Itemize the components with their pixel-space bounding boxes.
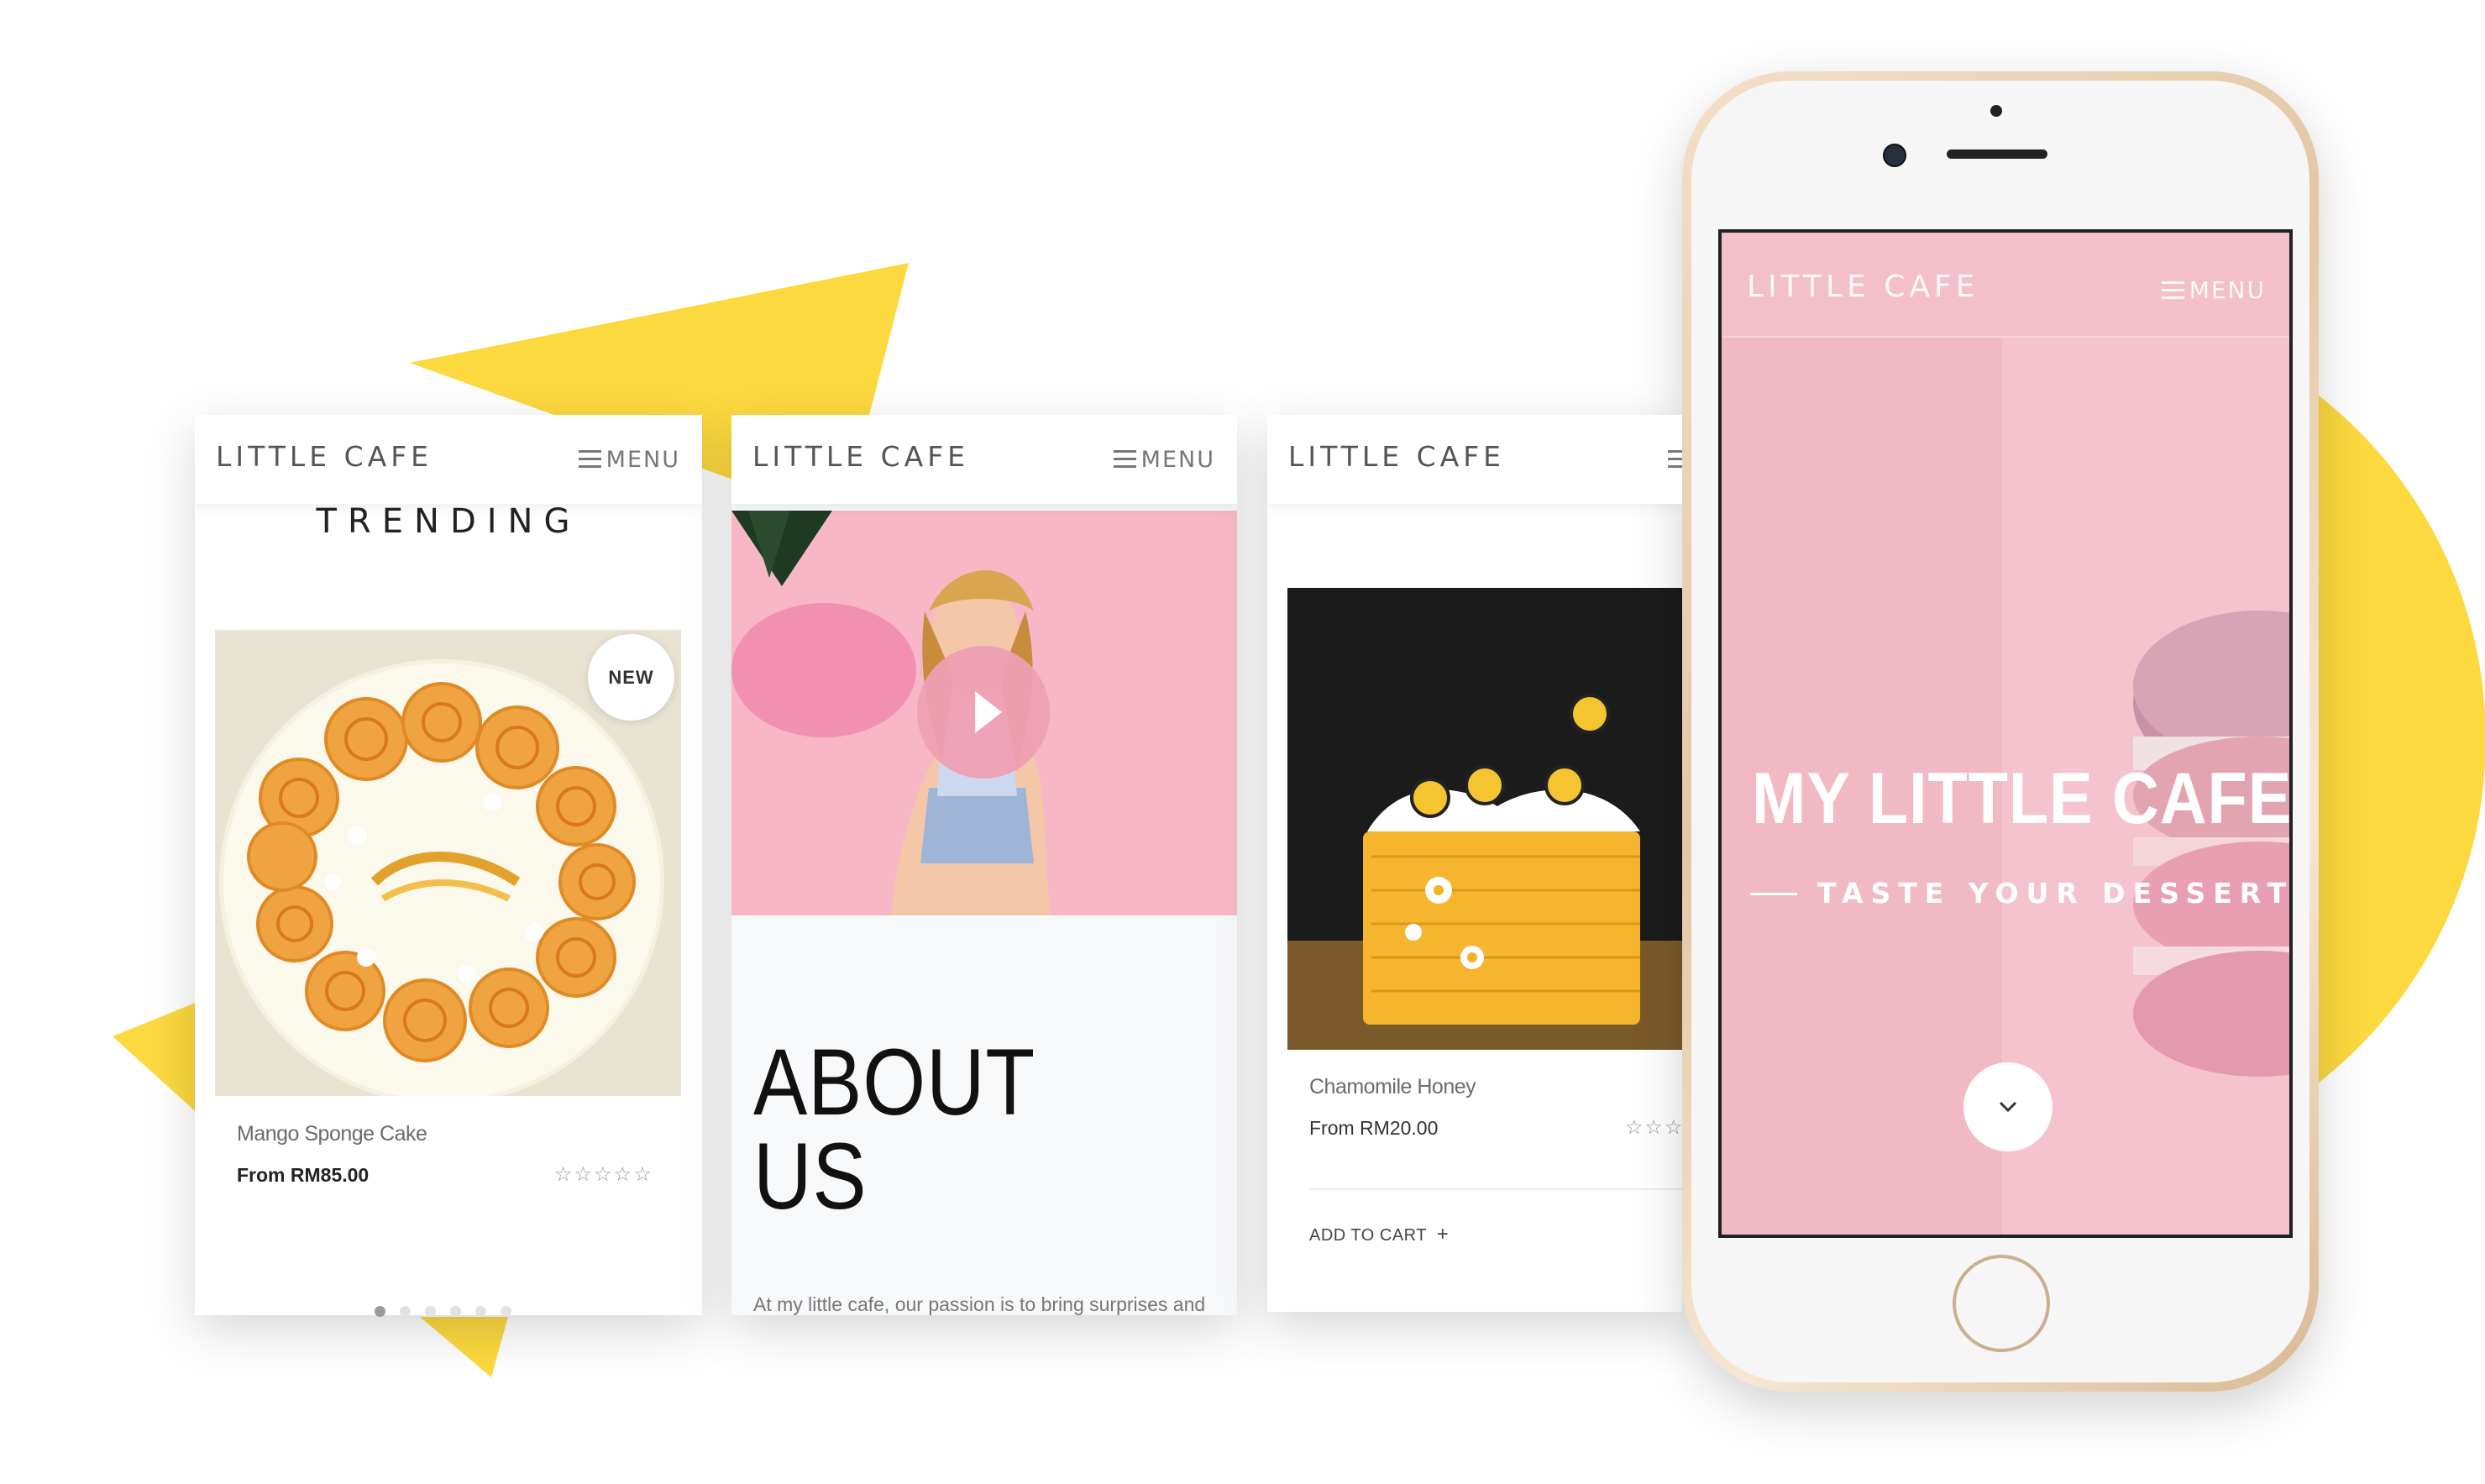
carousel-dot[interactable]: [375, 1306, 385, 1317]
carousel-dot[interactable]: [450, 1306, 461, 1317]
phone-screen-home: LITTLE CAFE MENU MY LITTLE CAFE TASTE YO…: [1718, 229, 2293, 1238]
hero-subtitle: TASTE YOUR DESSERT: [1817, 877, 2293, 910]
new-badge: NEW: [588, 634, 674, 721]
proximity-sensor: [1990, 105, 2002, 117]
hero-divider-line: [1750, 893, 1797, 895]
about-heading-line2: US: [753, 1124, 868, 1229]
home-button[interactable]: [1953, 1255, 2050, 1352]
yellow-triangle-bottom: [420, 1317, 508, 1377]
add-to-cart-label: ADD TO CART: [1309, 1226, 1427, 1245]
about-video-thumbnail[interactable]: [731, 511, 1237, 915]
top-nav: LITTLE CAFE: [1267, 415, 1682, 504]
about-heading-line1: ABOUT: [753, 1030, 1036, 1135]
product-price: From RM85.00: [237, 1164, 370, 1186]
menu-label: MENU: [1140, 446, 1215, 473]
brand-logo[interactable]: LITTLE CAFE: [216, 440, 433, 473]
speaker-grille: [1947, 149, 2047, 159]
product-name[interactable]: Mango Sponge Cake: [237, 1122, 427, 1146]
section-title: TRENDING: [316, 502, 581, 541]
chevron-down-icon: [1999, 1101, 2017, 1113]
menu-button[interactable]: MENU: [578, 446, 680, 473]
menu-label: MENU: [2189, 276, 2266, 304]
menu-button[interactable]: [1668, 447, 1682, 472]
rating-stars[interactable]: ☆☆☆: [1625, 1115, 1685, 1139]
plus-icon: +: [1436, 1223, 1450, 1245]
rating-stars[interactable]: ☆☆☆☆☆: [554, 1162, 653, 1186]
macaron-stack: [2133, 611, 2289, 1077]
top-nav: LITTLE CAFE MENU: [195, 415, 702, 504]
product-price: From RM20.00: [1309, 1117, 1439, 1139]
brand-logo[interactable]: LITTLE CAFE: [1288, 440, 1505, 473]
brand-logo[interactable]: LITTLE CAFE: [752, 440, 969, 473]
about-heading: ABOUT US: [753, 1036, 1035, 1224]
carousel-dot[interactable]: [501, 1306, 511, 1317]
hamburger-icon: [578, 450, 601, 469]
menu-label: MENU: [606, 446, 680, 473]
about-intro-text: At my little cafe, our passion is to bri…: [753, 1293, 1206, 1315]
carousel-dot[interactable]: [475, 1306, 486, 1317]
menu-button[interactable]: MENU: [1113, 446, 1215, 473]
carousel-dot[interactable]: [425, 1306, 436, 1317]
carousel-dots: [375, 1306, 511, 1317]
product-image-chamomile-honey[interactable]: [1287, 588, 1682, 1050]
hamburger-icon: [1113, 450, 1136, 469]
hero-title: MY LITTLE CAFE: [1752, 758, 2293, 839]
hamburger-icon: [2161, 281, 2184, 300]
hamburger-icon: [1668, 450, 1682, 469]
top-nav: LITTLE CAFE MENU: [731, 415, 1237, 504]
add-to-cart-button[interactable]: ADD TO CART +: [1309, 1223, 1449, 1246]
brand-logo[interactable]: LITTLE CAFE: [1747, 270, 1979, 304]
front-camera-icon: [1883, 144, 1906, 167]
carousel-dot[interactable]: [400, 1306, 411, 1317]
menu-button[interactable]: MENU: [2161, 276, 2266, 304]
scroll-down-button[interactable]: [1963, 1062, 2052, 1151]
divider: [1309, 1188, 1682, 1190]
product-name[interactable]: Chamomile Honey: [1309, 1075, 1476, 1099]
